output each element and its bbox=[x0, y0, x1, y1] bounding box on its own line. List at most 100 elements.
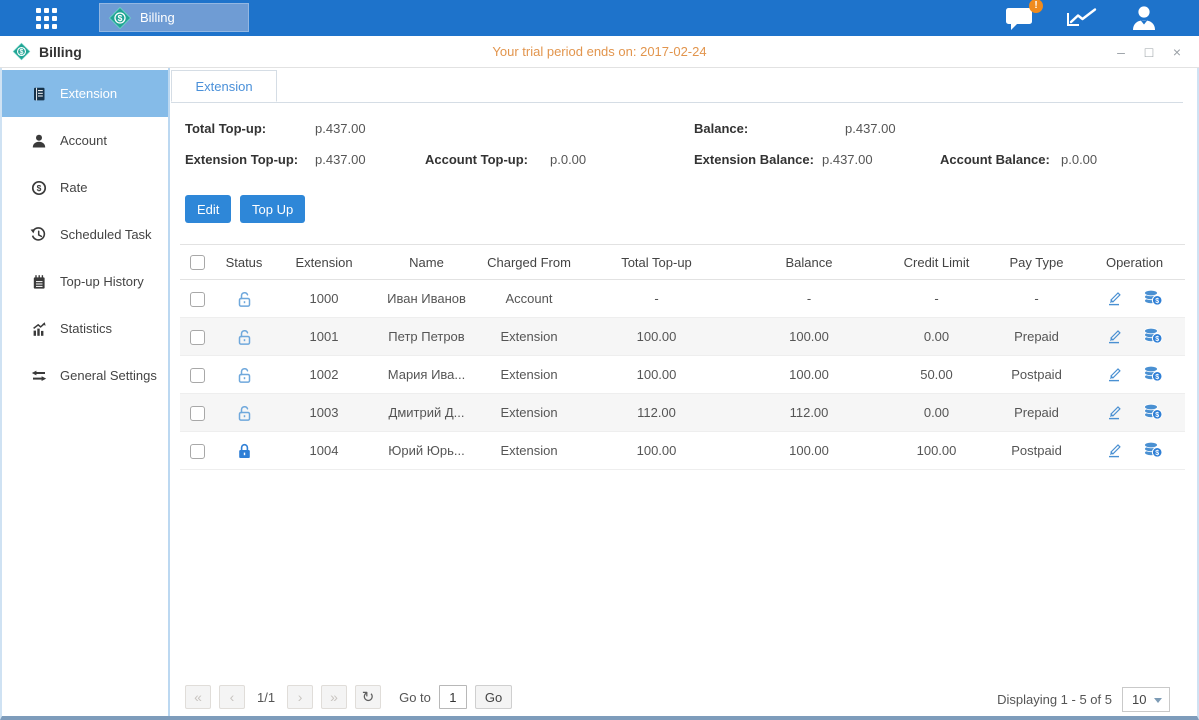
balance-label: Balance: bbox=[694, 121, 748, 136]
svg-text:$: $ bbox=[1155, 297, 1159, 304]
cell-operation: $ bbox=[1084, 280, 1185, 318]
col-name: Name bbox=[374, 245, 479, 280]
goto-label: Go to bbox=[399, 690, 431, 705]
row-checkbox[interactable] bbox=[190, 330, 205, 345]
topup-icon[interactable]: $ bbox=[1143, 441, 1163, 461]
sidebar-item-label: Scheduled Task bbox=[60, 227, 152, 242]
lock-open-icon bbox=[236, 290, 253, 308]
line-chart-icon bbox=[1065, 5, 1099, 31]
sidebar: Extension Account $ Rate bbox=[2, 68, 170, 716]
page-size-select[interactable]: 10 bbox=[1122, 687, 1170, 712]
cell-pay-type: - bbox=[989, 280, 1084, 318]
user-icon bbox=[1129, 4, 1159, 32]
table-row: 1001 Петр Петров Extension 100.00 100.00… bbox=[180, 318, 1185, 356]
svg-text:$: $ bbox=[1155, 335, 1159, 342]
edit-icon[interactable] bbox=[1106, 403, 1123, 423]
topup-history-notebook-icon bbox=[30, 273, 47, 290]
edit-icon[interactable] bbox=[1106, 441, 1123, 461]
table-row: 1003 Дмитрий Д... Extension 112.00 112.0… bbox=[180, 394, 1185, 432]
statistics-trend-button[interactable] bbox=[1065, 5, 1099, 31]
cell-balance: 100.00 bbox=[734, 356, 884, 394]
cell-pay-type: Postpaid bbox=[989, 432, 1084, 470]
tab-bar: Extension bbox=[171, 70, 1183, 103]
cell-total-topup: 100.00 bbox=[579, 432, 734, 470]
main-content: Extension Total Top-up: p.437.00 Balance… bbox=[170, 68, 1197, 716]
status-lock-icon bbox=[214, 394, 274, 432]
edit-icon[interactable] bbox=[1106, 365, 1123, 385]
top-up-button[interactable]: Top Up bbox=[240, 195, 305, 223]
edit-button[interactable]: Edit bbox=[185, 195, 231, 223]
topup-icon[interactable]: $ bbox=[1143, 327, 1163, 347]
topup-icon[interactable]: $ bbox=[1143, 403, 1163, 423]
go-button[interactable]: Go bbox=[475, 685, 512, 709]
status-lock-icon bbox=[214, 356, 274, 394]
account-topup-value: p.0.00 bbox=[550, 152, 586, 167]
sidebar-item-topup-history[interactable]: Top-up History bbox=[2, 258, 168, 305]
edit-icon[interactable] bbox=[1106, 327, 1123, 347]
select-all-checkbox[interactable] bbox=[190, 255, 205, 270]
trial-notice: Your trial period ends on: 2017-02-24 bbox=[492, 44, 706, 59]
cell-pay-type: Prepaid bbox=[989, 394, 1084, 432]
cell-pay-type: Postpaid bbox=[989, 356, 1084, 394]
edit-icon[interactable] bbox=[1106, 289, 1123, 309]
goto-page-input[interactable] bbox=[439, 685, 467, 709]
first-page-button[interactable]: « bbox=[185, 685, 211, 709]
row-checkbox[interactable] bbox=[190, 444, 205, 459]
row-checkbox[interactable] bbox=[190, 368, 205, 383]
cell-total-topup: 100.00 bbox=[579, 356, 734, 394]
cell-name: Петр Петров bbox=[374, 318, 479, 356]
account-topup-label: Account Top-up: bbox=[425, 152, 528, 167]
status-lock-icon bbox=[214, 432, 274, 470]
next-page-icon: › bbox=[298, 689, 303, 705]
cell-balance: 100.00 bbox=[734, 432, 884, 470]
sidebar-item-scheduled-task[interactable]: Scheduled Task bbox=[2, 211, 168, 258]
sidebar-item-extension[interactable]: Extension bbox=[2, 70, 168, 117]
billing-app-screen: $ Billing ! bbox=[0, 0, 1199, 720]
cell-name: Иван Иванов bbox=[374, 280, 479, 318]
sidebar-item-label: Statistics bbox=[60, 321, 112, 336]
sidebar-item-general-settings[interactable]: General Settings bbox=[2, 352, 168, 399]
cell-total-topup: 100.00 bbox=[579, 318, 734, 356]
account-balance-label: Account Balance: bbox=[940, 152, 1050, 167]
minimize-button[interactable]: – bbox=[1113, 44, 1129, 60]
row-checkbox[interactable] bbox=[190, 406, 205, 421]
cell-extension: 1000 bbox=[274, 280, 374, 318]
maximize-button[interactable]: □ bbox=[1141, 44, 1157, 60]
cell-credit-limit: 100.00 bbox=[884, 432, 989, 470]
prev-page-button[interactable]: ‹ bbox=[219, 685, 245, 709]
last-page-button[interactable]: » bbox=[321, 685, 347, 709]
cell-balance: - bbox=[734, 280, 884, 318]
cell-total-topup: 112.00 bbox=[579, 394, 734, 432]
cell-balance: 100.00 bbox=[734, 318, 884, 356]
refresh-button[interactable]: ↻ bbox=[355, 685, 381, 709]
cell-charged-from: Extension bbox=[479, 318, 579, 356]
taskbar-tab-billing[interactable]: $ Billing bbox=[99, 3, 249, 32]
cell-name: Мария Ива... bbox=[374, 356, 479, 394]
sidebar-item-statistics[interactable]: Statistics bbox=[2, 305, 168, 352]
general-settings-sliders-icon bbox=[30, 367, 47, 384]
notifications-button[interactable]: ! bbox=[1005, 5, 1035, 31]
svg-text:$: $ bbox=[1155, 373, 1159, 380]
scheduled-task-clock-icon bbox=[30, 226, 47, 243]
extension-topup-value: p.437.00 bbox=[315, 152, 366, 167]
col-pay-type: Pay Type bbox=[989, 245, 1084, 280]
next-page-button[interactable]: › bbox=[287, 685, 313, 709]
topup-icon[interactable]: $ bbox=[1143, 289, 1163, 309]
svg-text:$: $ bbox=[1155, 449, 1159, 456]
chevron-down-icon bbox=[1154, 698, 1162, 703]
cell-name: Дмитрий Д... bbox=[374, 394, 479, 432]
cell-credit-limit: 50.00 bbox=[884, 356, 989, 394]
app-menu-grid-icon[interactable] bbox=[36, 8, 57, 29]
displaying-text: Displaying 1 - 5 of 5 bbox=[997, 692, 1112, 707]
user-menu-button[interactable] bbox=[1129, 4, 1159, 32]
tab-extension[interactable]: Extension bbox=[171, 70, 277, 102]
sidebar-item-account[interactable]: Account bbox=[2, 117, 168, 164]
table-body: 1000 Иван Иванов Account - - - - bbox=[180, 280, 1185, 470]
row-checkbox[interactable] bbox=[190, 292, 205, 307]
sidebar-item-rate[interactable]: $ Rate bbox=[2, 164, 168, 211]
topup-icon[interactable]: $ bbox=[1143, 365, 1163, 385]
cell-name: Юрий Юрь... bbox=[374, 432, 479, 470]
extension-topup-label: Extension Top-up: bbox=[185, 152, 298, 167]
close-button[interactable]: × bbox=[1169, 44, 1185, 60]
sidebar-item-label: Rate bbox=[60, 180, 87, 195]
